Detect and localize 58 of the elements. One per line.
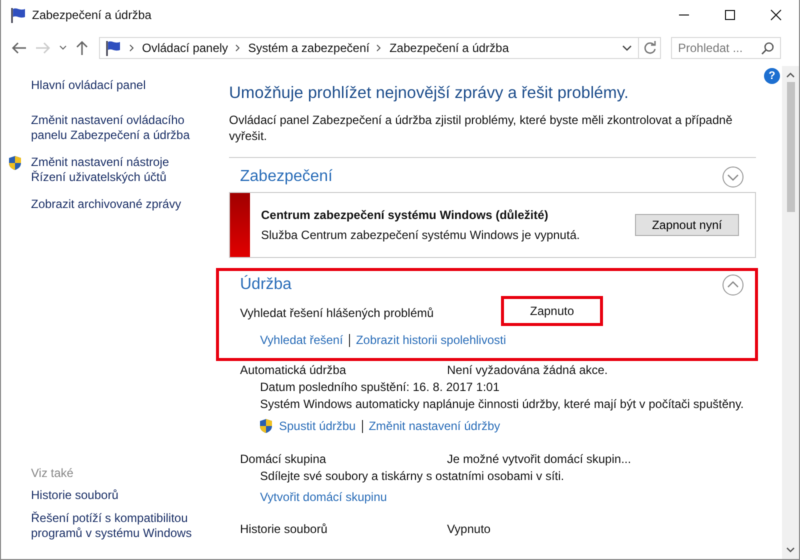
scrollbar[interactable] bbox=[782, 66, 799, 559]
search-icon bbox=[761, 42, 774, 55]
description: Ovládací panel Zabezpečení a údržba zjistil problémy, které byste měli zkontrolovat a případně vyřešit. bbox=[229, 112, 734, 144]
chevron-icon bbox=[235, 44, 242, 52]
back-icon[interactable] bbox=[11, 41, 27, 55]
sidebar-link[interactable]: Hlavní ovládací panel bbox=[31, 78, 146, 93]
item-label: Vyhledat řešení hlášených problémů bbox=[240, 306, 435, 322]
window-title: Zabezpečení a údržba bbox=[32, 8, 152, 22]
scroll-down-icon[interactable] bbox=[786, 547, 795, 553]
search-field[interactable]: Prohledat ... bbox=[671, 37, 781, 59]
help-button[interactable]: ? bbox=[764, 68, 780, 84]
sidebar-link[interactable]: Historie souborů bbox=[31, 488, 221, 503]
item-label: Domácí skupina bbox=[240, 452, 328, 466]
caret-icon[interactable] bbox=[59, 45, 67, 51]
link[interactable]: Změnit nastavení údržby bbox=[368, 419, 500, 433]
chevron-icon[interactable] bbox=[722, 274, 744, 296]
section-title[interactable]: Údržba bbox=[240, 276, 292, 294]
section-title[interactable]: Zabezpečení bbox=[240, 168, 333, 186]
sidebar-link[interactable]: Změnit nastavení ovládacího panelu Zabezpečení a údržba bbox=[31, 113, 199, 143]
up-icon[interactable] bbox=[75, 40, 89, 56]
caret-icon[interactable] bbox=[622, 45, 632, 51]
link[interactable]: Spustit údržbu bbox=[279, 419, 356, 433]
chevron-icon[interactable] bbox=[722, 166, 744, 188]
item-label: Automatická údržba bbox=[240, 363, 348, 377]
address-field[interactable]: Ovládací panely Systém a zabezpečení Zabezpečení a údržba bbox=[99, 37, 639, 59]
close-icon[interactable] bbox=[770, 9, 782, 21]
item-detail: Systém Windows automaticky naplánuje činnosti údržby, které mají být v počítači spuštěny. bbox=[259, 397, 745, 411]
status-value: Vypnuto bbox=[447, 522, 491, 536]
turn-on-button[interactable]: Zapnout nyní bbox=[634, 214, 739, 236]
refresh-button[interactable] bbox=[639, 37, 661, 59]
severity-bar bbox=[230, 193, 250, 257]
scroll-thumb[interactable] bbox=[786, 82, 794, 212]
sidebar-link[interactable]: Změnit nastavení nástroje Řízení uživatelských účtů bbox=[31, 155, 199, 185]
scroll-up-icon[interactable] bbox=[786, 72, 795, 78]
item-label: Historie souborů bbox=[240, 522, 328, 536]
breadcrumb[interactable]: Systém a zabezpečení bbox=[248, 41, 370, 55]
flag-icon bbox=[9, 6, 27, 24]
item-detail: Datum posledního spuštění: 16. 8. 2017 1:01 bbox=[259, 380, 501, 394]
status-value: Zapnuto bbox=[504, 299, 600, 323]
alert-title: Centrum zabezpečení systému Windows (důležité) bbox=[261, 208, 550, 222]
status-value: Je možné vytvořit domácí skupin... bbox=[447, 452, 632, 466]
sidebar-link[interactable]: Řešení potíží s kompatibilitou programů v systému Windows bbox=[31, 511, 221, 541]
chevron-icon bbox=[376, 44, 382, 52]
maximize-icon[interactable] bbox=[724, 9, 736, 21]
alert-message: Služba Centrum zabezpečení systému Windows je vypnutá. bbox=[261, 228, 581, 242]
link[interactable]: Vytvořit domácí skupinu bbox=[260, 490, 387, 504]
breadcrumb[interactable]: Ovládací panely bbox=[142, 41, 228, 55]
status-value: Není vyžadována žádná akce. bbox=[447, 363, 608, 377]
item-detail: Sdílejte své soubory a tiskárny s ostatními osobami v síti. bbox=[259, 469, 566, 483]
page-heading: Umožňuje prohlížet nejnovější zprávy a řešit problémy. bbox=[229, 84, 630, 103]
breadcrumb[interactable]: Zabezpečení a údržba bbox=[389, 41, 509, 55]
see-also-heading: Viz také bbox=[31, 466, 74, 480]
refresh-icon bbox=[642, 41, 656, 55]
link[interactable]: Vyhledat řešení bbox=[260, 333, 343, 347]
chevron-icon bbox=[129, 44, 135, 52]
flag-icon bbox=[104, 39, 122, 57]
sidebar-link[interactable]: Zobrazit archivované zprávy bbox=[31, 197, 182, 212]
link[interactable]: Zobrazit historii spolehlivosti bbox=[356, 333, 506, 347]
